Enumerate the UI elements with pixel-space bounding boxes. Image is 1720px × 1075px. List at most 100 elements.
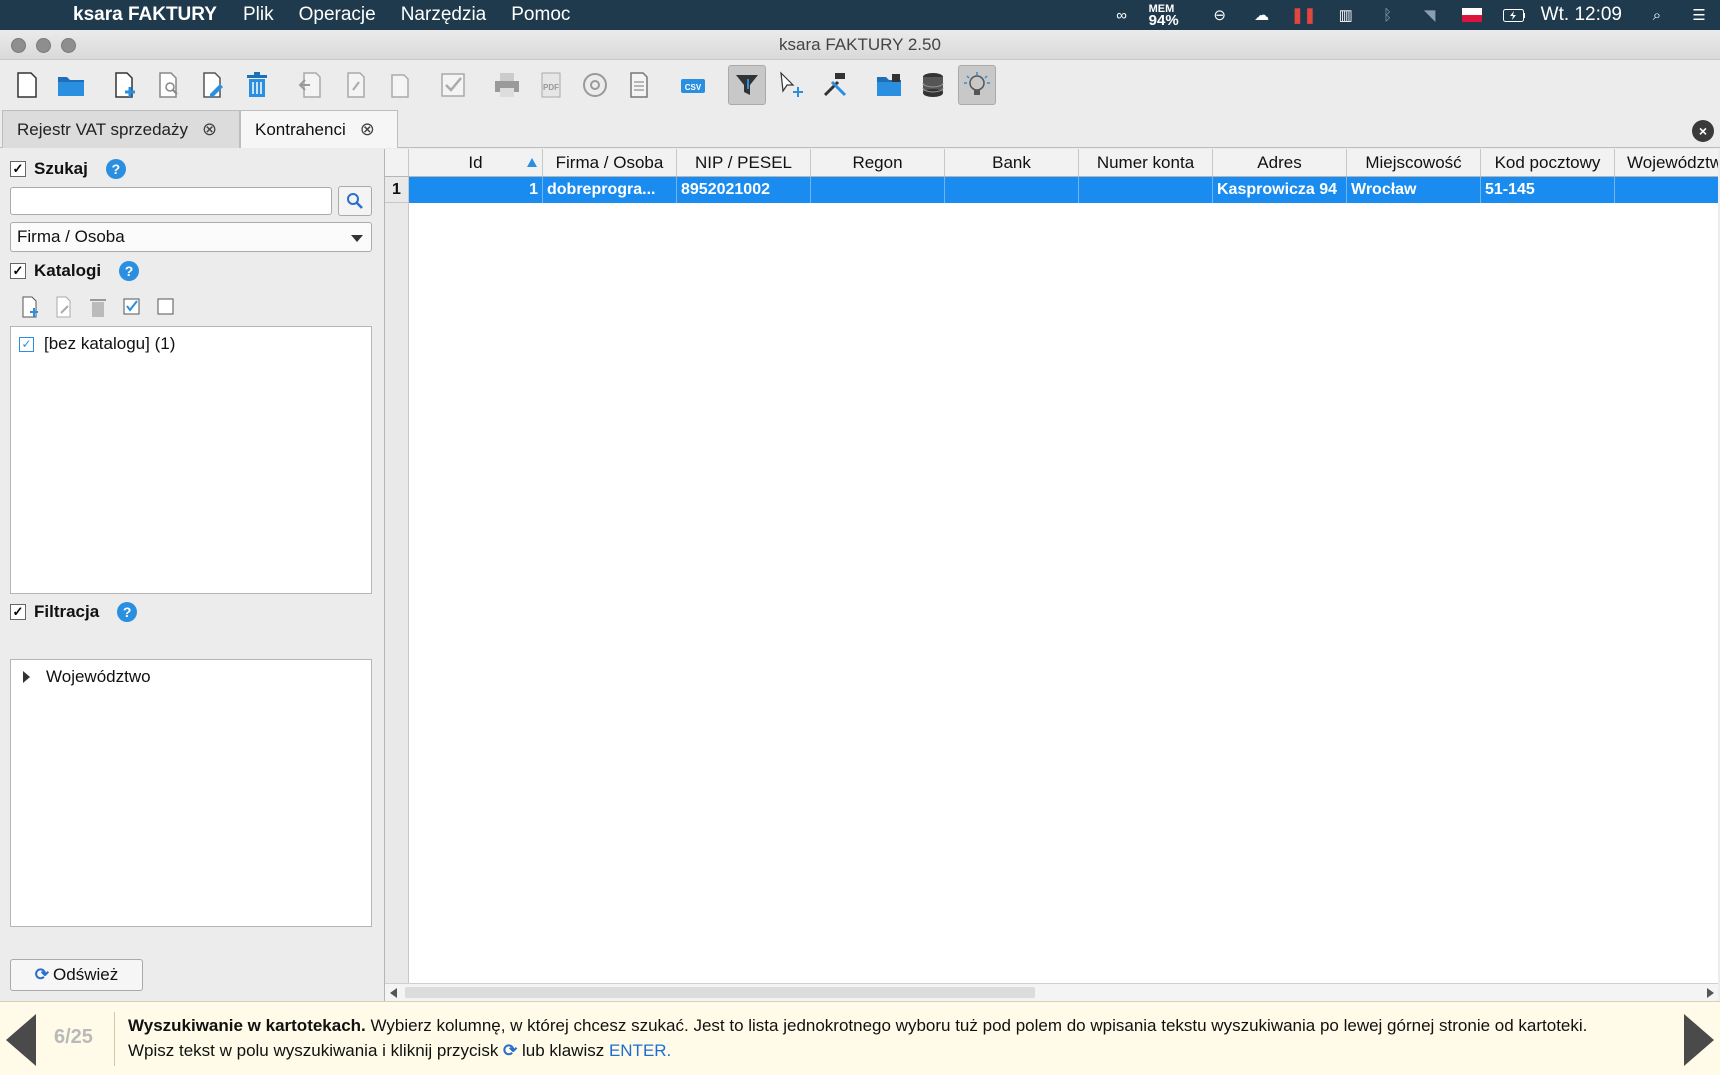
edit-catalog-button[interactable] <box>52 295 76 319</box>
zoom-window-button[interactable] <box>61 38 76 53</box>
previous-tip-icon[interactable] <box>6 1014 36 1066</box>
cell-kod-pocztowy[interactable]: 51-145 <box>1481 177 1615 203</box>
select-add-button[interactable] <box>772 65 810 105</box>
sync-icon[interactable]: ⊖ <box>1209 6 1231 24</box>
search-input[interactable] <box>10 187 332 215</box>
catalog-checkbox[interactable]: ✓ <box>19 336 34 352</box>
scroll-left-icon[interactable] <box>390 988 397 998</box>
help-icon[interactable]: ? <box>119 261 140 281</box>
search-column-select[interactable]: Firma / Osoba <box>10 222 372 252</box>
open-folder-button[interactable] <box>52 65 90 105</box>
email-button[interactable] <box>576 65 614 105</box>
delete-catalog-button[interactable] <box>86 295 110 319</box>
close-window-button[interactable] <box>11 38 26 53</box>
list-item[interactable]: ✓ [bez katalogu] (1) <box>11 329 371 359</box>
approve-button[interactable] <box>434 65 472 105</box>
grid-corner[interactable] <box>385 149 409 176</box>
catalogs-section-title: Katalogi <box>34 261 102 280</box>
help-icon[interactable]: ? <box>105 159 126 179</box>
column-header-numer-konta[interactable]: Numer konta <box>1079 149 1213 176</box>
expand-arrow-icon[interactable] <box>23 671 30 683</box>
column-header-kod-pocztowy[interactable]: Kod pocztowy <box>1481 149 1615 176</box>
cell-id[interactable]: 1 <box>409 177 543 203</box>
divider <box>114 1012 115 1066</box>
cell-adres[interactable]: Kasprowicza 94 <box>1213 177 1347 203</box>
cell-wojewodztwo[interactable] <box>1615 177 1718 203</box>
attach-button[interactable] <box>336 65 374 105</box>
tab-kontrahenci[interactable]: Kontrahenci ⊗ <box>240 110 398 148</box>
battery-icon[interactable] <box>1502 6 1525 24</box>
cell-nip[interactable]: 8952021002 <box>677 177 811 203</box>
menu-pomoc[interactable]: Pomoc <box>511 4 570 26</box>
help-icon[interactable]: ? <box>117 602 138 622</box>
database-button[interactable] <box>914 65 952 105</box>
column-header-miejscowosc[interactable]: Miejscowość <box>1347 149 1481 176</box>
uncheck-all-button[interactable] <box>154 295 178 319</box>
bluetooth-icon[interactable]: ᛒ <box>1377 6 1399 24</box>
export-csv-button[interactable]: CSV <box>674 65 712 105</box>
filter-section-checkbox[interactable]: ✓ <box>10 604 26 620</box>
cell-firma[interactable]: dobreprogra... <box>543 177 677 203</box>
close-tab-icon[interactable]: ⊗ <box>202 119 217 140</box>
add-catalog-button[interactable] <box>18 295 42 319</box>
search-button[interactable] <box>338 186 372 216</box>
column-header-id[interactable]: Id <box>409 149 543 176</box>
print-button[interactable] <box>488 65 526 105</box>
column-header-nip[interactable]: NIP / PESEL <box>677 149 811 176</box>
copy-document-button[interactable] <box>380 65 418 105</box>
refresh-button[interactable]: ⟳ Odśwież <box>10 959 143 991</box>
column-header-firma[interactable]: Firma / Osoba <box>543 149 677 176</box>
cell-regon[interactable] <box>811 177 945 203</box>
pause-icon[interactable]: ❚❚ <box>1291 6 1316 24</box>
minimize-window-button[interactable] <box>36 38 51 53</box>
column-header-bank[interactable]: Bank <box>945 149 1079 176</box>
left-sidebar: ✓ Szukaj ? Firma / Osoba ✓ Katalogi ? ✓ … <box>0 149 382 1001</box>
column-header-wojewodztwo[interactable]: Województwo <box>1615 149 1718 176</box>
export-pdf-button[interactable]: PDF <box>532 65 570 105</box>
tips-button[interactable] <box>958 65 996 105</box>
app-menu[interactable]: ksara FAKTURY <box>73 4 217 26</box>
row-number[interactable]: 1 <box>385 177 409 203</box>
cell-numer-konta[interactable] <box>1079 177 1213 203</box>
column-header-regon[interactable]: Regon <box>811 149 945 176</box>
notification-center-icon[interactable]: ☰ <box>1688 6 1710 24</box>
cell-miejscowosc[interactable]: Wrocław <box>1347 177 1481 203</box>
report-icon <box>630 72 648 98</box>
spotlight-icon[interactable]: ⌕ <box>1646 6 1668 24</box>
filter-toggle-button[interactable] <box>728 65 766 105</box>
close-all-tabs-icon[interactable]: × <box>1692 120 1714 142</box>
settings-tools-button[interactable] <box>816 65 854 105</box>
column-header-adres[interactable]: Adres <box>1213 149 1347 176</box>
add-record-button[interactable] <box>106 65 144 105</box>
flag-pl-icon[interactable] <box>1461 6 1483 24</box>
menu-operacje[interactable]: Operacje <box>299 4 376 26</box>
scrollbar-thumb[interactable] <box>405 987 1035 998</box>
edit-record-button[interactable] <box>194 65 232 105</box>
delete-record-button[interactable] <box>238 65 276 105</box>
new-document-button[interactable] <box>8 65 46 105</box>
wifi-icon[interactable]: ◥ <box>1419 6 1441 24</box>
tree-item[interactable]: Województwo <box>11 662 371 692</box>
memory-chip-icon[interactable]: ▥ <box>1335 6 1357 24</box>
cloud-icon[interactable]: ☁ <box>1251 6 1273 24</box>
menu-narzedzia[interactable]: Narzędzia <box>401 4 487 26</box>
next-tip-icon[interactable] <box>1684 1014 1714 1066</box>
cell-bank[interactable] <box>945 177 1079 203</box>
table-row[interactable]: 1 1 dobreprogra... 8952021002 Kasprowicz… <box>385 177 1718 203</box>
tab-rejestr-vat[interactable]: Rejestr VAT sprzedaży ⊗ <box>2 110 240 148</box>
close-tab-icon[interactable]: ⊗ <box>360 119 375 140</box>
preview-record-button[interactable] <box>150 65 188 105</box>
report-button[interactable] <box>620 65 658 105</box>
check-all-button[interactable] <box>120 295 144 319</box>
catalogs-button[interactable] <box>870 65 908 105</box>
memory-indicator[interactable]: MEM 94% <box>1149 4 1179 29</box>
menu-plik[interactable]: Plik <box>243 4 274 26</box>
creative-cloud-icon[interactable]: ∞ <box>1111 6 1133 24</box>
import-button[interactable] <box>292 65 330 105</box>
clock[interactable]: Wt. 12:09 <box>1541 4 1622 26</box>
catalogs-list: ✓ [bez katalogu] (1) <box>10 326 372 594</box>
horizontal-scrollbar[interactable] <box>385 983 1718 1001</box>
search-section-checkbox[interactable]: ✓ <box>10 161 26 177</box>
catalogs-section-checkbox[interactable]: ✓ <box>10 263 26 279</box>
scroll-right-icon[interactable] <box>1707 988 1714 998</box>
